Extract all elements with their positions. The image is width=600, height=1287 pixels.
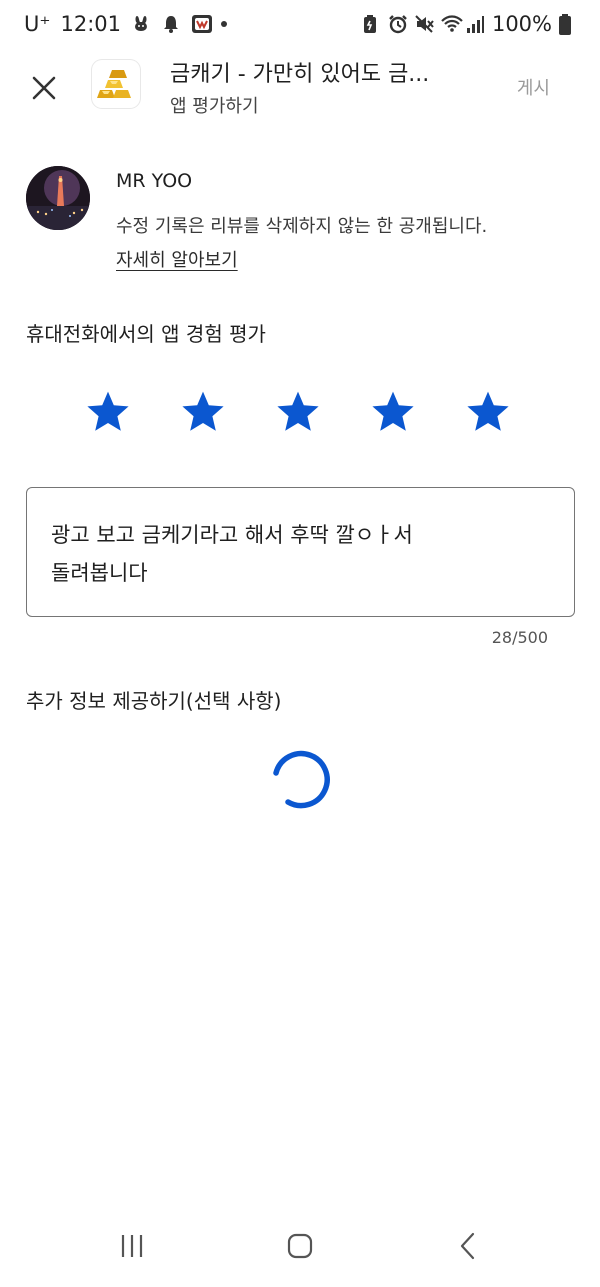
recent-apps-icon [121,1235,143,1257]
close-icon [32,76,56,100]
signal-icon [466,14,486,34]
bell-icon [161,14,181,34]
app-notification-icon [191,14,212,34]
loading-spinner-icon [273,750,330,809]
mute-icon [414,14,434,34]
avatar [26,166,90,230]
recent-apps-button[interactable] [102,1224,162,1268]
battery-icon [558,14,578,35]
learn-more-link[interactable]: 자세히 알아보기 [116,246,238,272]
more-notifications-dot [221,21,227,27]
home-button[interactable] [270,1224,330,1268]
alarm-icon [388,14,408,34]
gold-bars-icon [97,70,131,98]
avatar-image [26,166,90,230]
navigation-bar [0,1212,600,1287]
star-4-icon[interactable] [369,388,417,436]
post-button[interactable]: 게시 [517,74,550,100]
wifi-icon [440,14,463,34]
top-app-bar: 금캐기 - 가만히 있어도 금... 앱 평가하기 게시 [0,52,600,122]
user-name: MR YOO [116,170,193,192]
rating-title: 휴대전화에서의 앱 경험 평가 [26,322,266,346]
home-icon [287,1233,313,1259]
status-bar-left: U⁺ 12:01 [24,12,227,36]
star-5-icon[interactable] [464,388,512,436]
back-button[interactable] [438,1224,498,1268]
carrier-label: U⁺ [24,12,51,36]
star-rating [84,388,512,436]
app-title: 금캐기 - 가만히 있어도 금... [170,62,430,87]
close-button[interactable] [22,66,66,110]
clock: 12:01 [60,12,121,36]
review-input[interactable]: 광고 보고 금케기라고 해서 후딱 깔ㅇㅏ서 돌려봅니다 [26,487,575,617]
battery-percentage: 100% [491,12,552,36]
edit-history-notice: 수정 기록은 리뷰를 삭제하지 않는 한 공개됩니다. [116,216,488,237]
extra-info-title: 추가 정보 제공하기(선택 사항) [26,689,282,713]
page-subtitle: 앱 평가하기 [170,96,259,117]
star-1-icon[interactable] [84,388,132,436]
star-3-icon[interactable] [274,388,322,436]
app-icon [92,60,140,108]
back-icon [460,1232,475,1260]
status-bar: U⁺ 12:01 100% [0,0,600,52]
status-bar-right: 100% [362,12,578,36]
character-counter: 28/500 [491,628,548,647]
bunny-icon [131,14,151,34]
star-2-icon[interactable] [179,388,227,436]
review-text: 광고 보고 금케기라고 해서 후딱 깔ㅇㅏ서 돌려봅니다 [51,523,413,585]
battery-saver-icon [362,14,382,34]
